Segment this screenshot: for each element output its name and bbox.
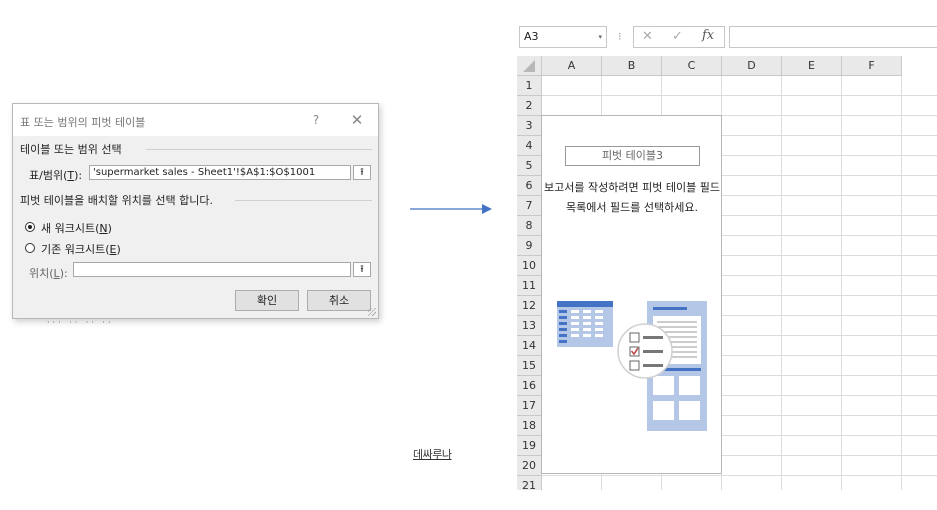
cancel-button[interactable]: 취소 — [307, 290, 371, 311]
existing-worksheet-radio[interactable] — [25, 243, 35, 253]
row-header-8[interactable]: 8 — [517, 216, 542, 236]
row-header-4[interactable]: 4 — [517, 136, 542, 156]
row-header-9[interactable]: 9 — [517, 236, 542, 256]
row-header-5[interactable]: 5 — [517, 156, 542, 176]
section-divider — [235, 200, 372, 201]
section-divider — [146, 149, 372, 150]
formula-buttons: ✕ ✓ fx — [633, 26, 725, 48]
formula-bar-grip-icon: ⁝ — [618, 30, 622, 43]
insert-function-icon[interactable]: fx — [702, 28, 714, 43]
range-input[interactable]: 'supermarket sales - Sheet1'!$A$1:$O$100… — [89, 165, 351, 180]
row-header-13[interactable]: 13 — [517, 316, 542, 336]
row-header-16[interactable]: 16 — [517, 376, 542, 396]
row-header-20[interactable]: 20 — [517, 456, 542, 476]
row-header-7[interactable]: 7 — [517, 196, 542, 216]
name-box[interactable]: A3 ▾ — [519, 26, 607, 48]
row-header-6[interactable]: 6 — [517, 176, 542, 196]
help-button[interactable]: ? — [309, 113, 323, 127]
pivot-table-name: 피벗 테이블3 — [565, 146, 700, 166]
column-header-e[interactable]: E — [782, 56, 842, 76]
placement-section-label: 피벗 테이블을 배치할 위치를 선택 합니다. — [20, 194, 214, 207]
row-header-11[interactable]: 11 — [517, 276, 542, 296]
upload-arrow-icon: ⭱ — [360, 264, 364, 275]
row-header-3[interactable]: 3 — [517, 116, 542, 136]
row-header-12[interactable]: 12 — [517, 296, 542, 316]
column-header-d[interactable]: D — [722, 56, 782, 76]
pivot-table-placeholder[interactable]: 피벗 테이블3 보고서를 작성하려면 피벗 테이블 필드 목록에서 필드를 선택… — [541, 115, 722, 474]
name-box-value: A3 — [524, 30, 539, 43]
close-button[interactable]: ✕ — [349, 111, 365, 129]
column-header-c[interactable]: C — [662, 56, 722, 76]
resize-grip-icon[interactable] — [368, 308, 376, 316]
select-table-section-label: 테이블 또는 범위 선택 — [20, 143, 122, 156]
formula-input[interactable] — [729, 26, 937, 48]
ok-button[interactable]: 확인 — [235, 290, 299, 311]
row-header-1[interactable]: 1 — [517, 76, 542, 96]
row-header-21[interactable]: 21 — [517, 476, 542, 490]
watermark-caption: 데싸루나 — [413, 448, 452, 461]
cancel-icon[interactable]: ✕ — [642, 29, 653, 44]
check-icon[interactable]: ✓ — [672, 29, 683, 44]
upload-arrow-icon: ⭱ — [360, 167, 364, 178]
select-all-button[interactable] — [517, 56, 542, 76]
row-header-2[interactable]: 2 — [517, 96, 542, 116]
chevron-down-icon[interactable]: ▾ — [598, 27, 602, 47]
column-header-f[interactable]: F — [842, 56, 902, 76]
create-pivot-table-dialog: 표 또는 범위의 피벗 테이블 ? ✕ 테이블 또는 범위 선택 표/범위(T)… — [12, 103, 379, 319]
row-header-14[interactable]: 14 — [517, 336, 542, 356]
location-input[interactable] — [73, 262, 351, 277]
column-header-a[interactable]: A — [542, 56, 602, 76]
range-collapse-button[interactable]: ⭱ — [353, 165, 371, 180]
row-header-15[interactable]: 15 — [517, 356, 542, 376]
pivot-instruction-text: 보고서를 작성하려면 피벗 테이블 필드 목록에서 필드를 선택하세요. — [544, 181, 720, 214]
location-label: 위치(L): — [29, 267, 68, 280]
range-label: 표/범위(T): — [29, 169, 83, 182]
dialog-titlebar: 표 또는 범위의 피벗 테이블 ? ✕ — [13, 104, 378, 136]
location-collapse-button[interactable]: ⭱ — [353, 262, 371, 277]
row-header-17[interactable]: 17 — [517, 396, 542, 416]
new-worksheet-radio[interactable] — [25, 222, 35, 232]
column-header-b[interactable]: B — [602, 56, 662, 76]
arrow-right-icon — [410, 204, 492, 214]
dialog-title: 표 또는 범위의 피벗 테이블 — [20, 116, 146, 129]
row-header-18[interactable]: 18 — [517, 416, 542, 436]
row-header-19[interactable]: 19 — [517, 436, 542, 456]
new-worksheet-label[interactable]: 새 워크시트(N) — [41, 220, 112, 236]
row-header-10[interactable]: 10 — [517, 256, 542, 276]
pivot-illustration-icon — [557, 301, 707, 431]
obscured-sheet-text: ··· ·· ·· ·· — [47, 318, 114, 327]
existing-worksheet-label[interactable]: 기존 워크시트(E) — [41, 241, 121, 257]
